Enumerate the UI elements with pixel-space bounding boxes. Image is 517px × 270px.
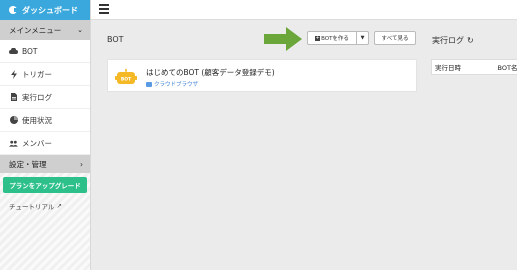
bot-section-title: BOT [107,35,124,44]
log-title-label: 実行ログ [432,36,464,45]
sidebar-item-members[interactable]: メンバー [0,132,90,155]
sidebar-item-label: トリガー [22,69,52,79]
top-bar [91,0,517,20]
folder-icon [146,81,152,87]
see-all-button[interactable]: すべて見る [374,31,416,45]
main-menu-header[interactable]: メインメニュー ⌄ [0,20,90,40]
green-arrow-icon [264,27,302,51]
refresh-icon[interactable]: ↻ [467,36,474,45]
execution-log-title: 実行ログ ↻ [432,35,474,46]
pie-chart-icon [9,116,18,124]
bot-browser-type: クラウドブラウザ [146,80,198,88]
settings-menu[interactable]: 設定・管理 › [0,155,90,173]
tutorial-link[interactable]: チュートリアル ↗ [9,201,90,211]
sidebar-item-label: 使用状況 [22,115,52,125]
users-icon [9,140,18,147]
chevron-right-icon: › [80,159,83,169]
settings-label: 設定・管理 [9,159,47,169]
sidebar-item-execution-log[interactable]: 実行ログ [0,86,90,109]
execution-log-table-header: 実行日時 BOT名 [431,59,517,75]
caret-down-icon[interactable]: ▼ [357,32,368,44]
bot-browser-label: クラウドブラウザ [154,82,199,88]
create-bot-main[interactable]: + BOTを作る [308,32,357,44]
sidebar-item-usage[interactable]: 使用状況 [0,109,90,132]
create-bot-button[interactable]: + BOTを作る ▼ [307,31,369,45]
col-bot-name: BOT名 [497,64,517,72]
dashboard-link[interactable]: ダッシュボード [0,0,90,20]
main-nav: BOT トリガー 実行ログ 使用状況 メンバー [0,40,90,155]
dashboard-label: ダッシュボード [22,5,78,15]
external-link-icon: ↗ [56,202,62,210]
sidebar-item-label: 実行ログ [22,92,52,102]
main-menu-label: メインメニュー [9,25,62,35]
bot-icon: BOT [115,69,137,84]
create-bot-label: BOTを作る [321,36,349,42]
col-execution-time: 実行日時 [435,64,461,72]
cloud-icon [9,48,18,54]
dashboard-logo-icon [9,6,18,14]
document-icon [9,93,18,101]
sidebar-item-label: メンバー [22,138,52,148]
bolt-icon [9,69,18,79]
bot-card[interactable]: BOT はじめてのBOT (顧客データ登録デモ) クラウドブラウザ [107,59,417,92]
sidebar-item-bot[interactable]: BOT [0,40,90,63]
chevron-down-icon: ⌄ [77,26,83,34]
bot-name[interactable]: はじめてのBOT (顧客データ登録デモ) [146,67,275,78]
upgrade-plan-button[interactable]: プランをアップグレード [3,177,87,193]
sidebar: ダッシュボード メインメニュー ⌄ BOT トリガー 実行ログ 使用状況 メンバ… [0,0,91,270]
sidebar-item-trigger[interactable]: トリガー [0,63,90,86]
sidebar-item-label: BOT [22,46,38,56]
hamburger-menu-icon[interactable] [99,4,109,14]
tutorial-label: チュートリアル [9,203,55,211]
plus-icon: + [315,34,321,41]
bot-icon-label: BOT [121,77,132,83]
